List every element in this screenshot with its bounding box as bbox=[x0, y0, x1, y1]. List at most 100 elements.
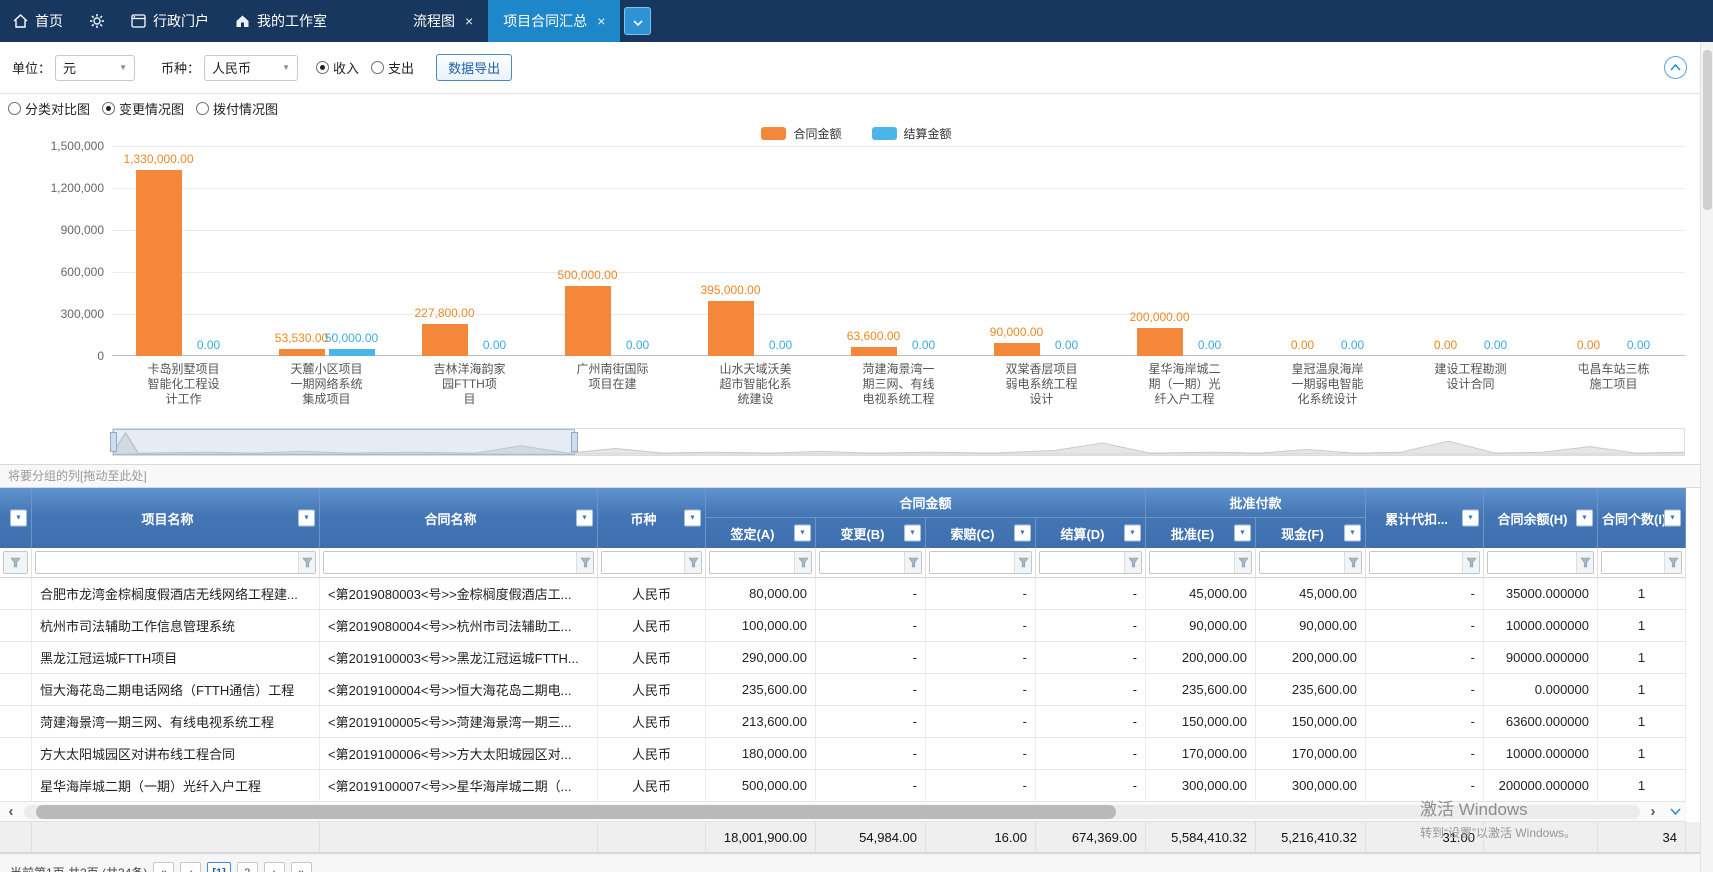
table-row[interactable]: 黑龙江冠运城FTTH项目<第2019100003<号>>黑龙江冠运城FTTH..… bbox=[0, 642, 1686, 674]
legend-contract-amount[interactable]: 合同金额 bbox=[761, 125, 841, 142]
column-count-i[interactable]: 合同个数(I) ▼ bbox=[1598, 488, 1686, 548]
scroll-right-button[interactable]: › bbox=[1642, 802, 1664, 822]
table-row[interactable]: 杭州市司法辅助工作信息管理系统<第2019080004<号>>杭州市司法辅助工.… bbox=[0, 610, 1686, 642]
data-export-button[interactable]: 数据导出 bbox=[436, 54, 512, 81]
first-page-button[interactable]: « bbox=[153, 862, 174, 872]
vertical-scroll-thumb[interactable] bbox=[1703, 50, 1712, 210]
settlement-amount-bar[interactable] bbox=[329, 349, 375, 356]
mode-change-status-radio[interactable] bbox=[102, 102, 115, 115]
column-approve-e[interactable]: 批准(E) ▼ bbox=[1146, 518, 1256, 548]
filter-funnel-icon[interactable] bbox=[576, 552, 593, 573]
row-select-cell[interactable] bbox=[0, 674, 32, 705]
prev-page-button[interactable]: ‹ bbox=[180, 862, 201, 872]
mode-change-status-label[interactable]: 变更情况图 bbox=[119, 99, 184, 118]
legend-settlement-amount[interactable]: 结算金额 bbox=[872, 125, 952, 142]
contract-amount-bar[interactable] bbox=[136, 170, 182, 356]
column-contract-name[interactable]: 合同名称 ▼ bbox=[320, 488, 598, 548]
column-filter-input[interactable] bbox=[36, 552, 298, 573]
row-select-cell[interactable] bbox=[0, 770, 32, 801]
chart-datazoom-slider[interactable] bbox=[112, 428, 1685, 456]
row-select-cell[interactable] bbox=[0, 642, 32, 673]
contract-amount-bar[interactable] bbox=[994, 343, 1040, 356]
table-row[interactable]: 星华海岸城二期（一期）光纤入户工程<第2019100007<号>>星华海岸城二期… bbox=[0, 770, 1686, 802]
column-filter-dropdown[interactable]: ▼ bbox=[576, 510, 593, 527]
unit-select[interactable]: 元 ▼ bbox=[55, 55, 135, 81]
contract-amount-bar[interactable] bbox=[851, 347, 897, 356]
table-row[interactable]: 方大太阳城园区对讲布线工程合同<第2019100006<号>>方大太阳城园区对.… bbox=[0, 738, 1686, 770]
column-filter-input[interactable] bbox=[710, 552, 794, 573]
tab-flowchart[interactable]: 流程图 × bbox=[398, 0, 488, 42]
filter-funnel-icon[interactable] bbox=[1462, 552, 1479, 573]
column-project-name[interactable]: 项目名称 ▼ bbox=[32, 488, 320, 548]
expense-radio-label[interactable]: 支出 bbox=[388, 58, 414, 77]
table-row[interactable]: 恒大海花岛二期电话网络（FTTH通信）工程<第2019100004<号>>恒大海… bbox=[0, 674, 1686, 706]
filter-funnel-icon[interactable] bbox=[3, 551, 28, 574]
column-filter-dropdown[interactable]: ▼ bbox=[904, 525, 921, 542]
group-by-drop-zone[interactable]: 将要分组的列[拖动至此处] bbox=[0, 464, 1713, 488]
column-filter-input[interactable] bbox=[1602, 552, 1664, 573]
column-currency[interactable]: 币种 ▼ bbox=[598, 488, 706, 548]
nav-settings-button[interactable] bbox=[76, 0, 118, 42]
column-filter-dropdown[interactable]: ▼ bbox=[1576, 510, 1593, 527]
column-filter-input[interactable] bbox=[1260, 552, 1344, 573]
contract-amount-bar[interactable] bbox=[565, 286, 611, 356]
contract-amount-bar[interactable] bbox=[422, 324, 468, 356]
filter-funnel-icon[interactable] bbox=[1124, 552, 1141, 573]
column-balance-h[interactable]: 合同余额(H) ▼ bbox=[1484, 488, 1598, 548]
filter-funnel-icon[interactable] bbox=[1234, 552, 1251, 573]
income-radio-label[interactable]: 收入 bbox=[333, 58, 359, 77]
column-filter-dropdown[interactable]: ▼ bbox=[1664, 510, 1681, 527]
filter-funnel-icon[interactable] bbox=[1014, 552, 1031, 573]
collapse-panel-button[interactable] bbox=[1664, 56, 1687, 79]
nav-item-portal[interactable]: 行政门户 bbox=[118, 0, 222, 42]
column-withhold[interactable]: 累计代扣... ▼ bbox=[1366, 488, 1484, 548]
column-sign-a[interactable]: 签定(A) ▼ bbox=[706, 518, 816, 548]
column-filter-input[interactable] bbox=[1040, 552, 1124, 573]
scroll-left-button[interactable]: ‹ bbox=[0, 802, 22, 822]
tab-list-dropdown-button[interactable] bbox=[624, 7, 651, 35]
column-rowselect[interactable]: ▼ bbox=[0, 488, 32, 548]
filter-funnel-icon[interactable] bbox=[904, 552, 921, 573]
column-filter-input[interactable] bbox=[602, 552, 684, 573]
row-select-cell[interactable] bbox=[0, 706, 32, 737]
last-page-button[interactable]: » bbox=[291, 862, 312, 872]
column-filter-dropdown[interactable]: ▼ bbox=[1124, 525, 1141, 542]
column-filter-dropdown[interactable]: ▼ bbox=[1462, 510, 1479, 527]
zoom-handle-left[interactable] bbox=[110, 432, 117, 452]
page-2-button[interactable]: 2 bbox=[237, 862, 258, 872]
column-filter-dropdown[interactable]: ▼ bbox=[1234, 525, 1251, 542]
income-radio[interactable] bbox=[316, 61, 329, 74]
filter-funnel-icon[interactable] bbox=[794, 552, 811, 573]
contract-amount-bar[interactable] bbox=[1137, 328, 1183, 356]
column-filter-input[interactable] bbox=[1370, 552, 1462, 573]
column-filter-dropdown[interactable]: ▼ bbox=[794, 525, 811, 542]
column-filter-input[interactable] bbox=[1488, 552, 1576, 573]
currency-select[interactable]: 人民币 ▼ bbox=[204, 55, 298, 81]
column-filter-dropdown[interactable]: ▼ bbox=[10, 510, 27, 527]
column-filter-dropdown[interactable]: ▼ bbox=[684, 510, 701, 527]
zoom-window[interactable] bbox=[113, 429, 575, 455]
contract-amount-bar[interactable] bbox=[279, 349, 325, 356]
filter-funnel-icon[interactable] bbox=[1344, 552, 1361, 573]
tab-contract-summary-close-icon[interactable]: × bbox=[597, 13, 605, 29]
next-page-button[interactable]: › bbox=[264, 862, 285, 872]
row-select-cell[interactable] bbox=[0, 738, 32, 769]
mode-category-compare-radio[interactable] bbox=[8, 102, 21, 115]
filter-funnel-icon[interactable] bbox=[1576, 552, 1593, 573]
mode-payment-status-label[interactable]: 拨付情况图 bbox=[213, 99, 278, 118]
column-filter-input[interactable] bbox=[324, 552, 576, 573]
column-change-b[interactable]: 变更(B) ▼ bbox=[816, 518, 926, 548]
zoom-handle-right[interactable] bbox=[571, 432, 578, 452]
expense-radio[interactable] bbox=[371, 61, 384, 74]
column-settle-d[interactable]: 结算(D) ▼ bbox=[1036, 518, 1146, 548]
tab-flowchart-close-icon[interactable]: × bbox=[465, 13, 473, 29]
column-filter-dropdown[interactable]: ▼ bbox=[1014, 525, 1031, 542]
page-vertical-scrollbar[interactable] bbox=[1700, 42, 1713, 872]
filter-funnel-icon[interactable] bbox=[298, 552, 315, 573]
row-select-cell[interactable] bbox=[0, 578, 32, 609]
horizontal-scroll-thumb[interactable] bbox=[36, 805, 1116, 819]
table-row[interactable]: 合肥市龙湾金棕榈度假酒店无线网络工程建...<第2019080003<号>>金棕… bbox=[0, 578, 1686, 610]
column-filter-input[interactable] bbox=[930, 552, 1014, 573]
filter-funnel-icon[interactable] bbox=[1664, 552, 1681, 573]
table-row[interactable]: 菏建海景湾一期三网、有线电视系统工程<第2019100005<号>>菏建海景湾一… bbox=[0, 706, 1686, 738]
